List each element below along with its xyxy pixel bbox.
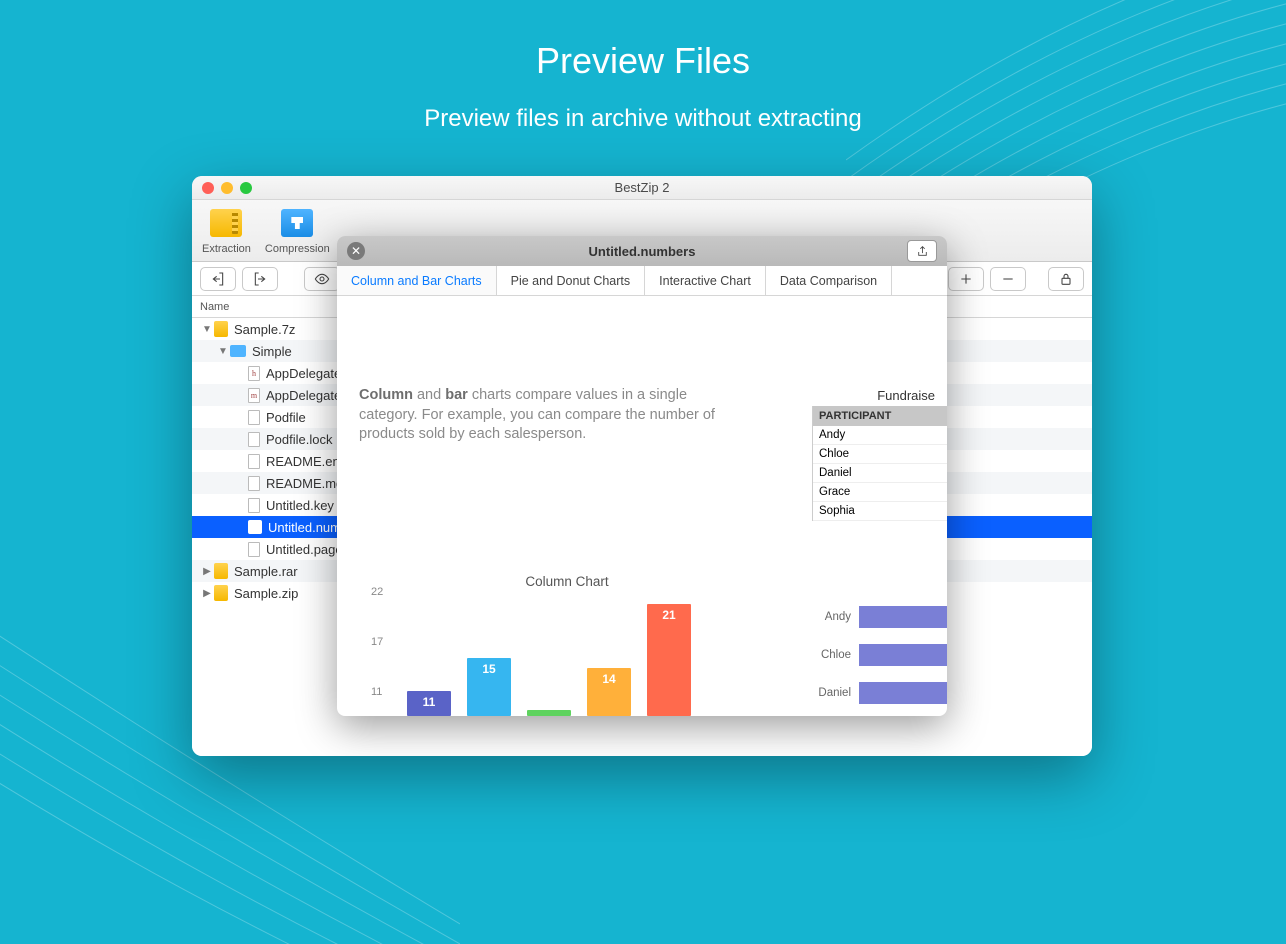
chart-description: Column and bar charts compare values in … — [359, 386, 729, 445]
hbar-bar — [859, 682, 947, 704]
sheet-tabs: Column and Bar Charts Pie and Donut Char… — [337, 266, 947, 296]
chart-bar: 14 — [587, 668, 631, 716]
tab-data-comparison[interactable]: Data Comparison — [766, 266, 892, 295]
table-row: Grace — [813, 483, 947, 502]
share-button[interactable] — [907, 240, 937, 262]
disclosure-triangle-icon[interactable]: ▶ — [200, 588, 214, 599]
disclosure-triangle-icon[interactable]: ▼ — [216, 346, 230, 357]
archive-icon — [214, 563, 228, 579]
table-row: Sophia — [813, 502, 947, 521]
file-name: Simple — [252, 344, 292, 359]
column-chart: 11 15 14 21 — [397, 586, 727, 716]
file-name: AppDelegate — [266, 388, 341, 403]
chart-bar: 15 — [467, 658, 511, 716]
file-name: Sample.rar — [234, 564, 298, 579]
hero-subtitle: Preview files in archive without extract… — [0, 105, 1286, 133]
file-name: README.en — [266, 454, 340, 469]
disclosure-triangle-icon[interactable]: ▼ — [200, 324, 214, 335]
import-button[interactable] — [200, 267, 236, 291]
file-icon: m — [248, 388, 260, 403]
window-title: BestZip 2 — [192, 180, 1092, 195]
compression-button[interactable]: Compression — [265, 206, 330, 255]
add-button[interactable] — [948, 267, 984, 291]
file-icon: h — [248, 366, 260, 381]
file-name: Podfile — [266, 410, 306, 425]
archive-icon — [210, 209, 242, 237]
archive-icon — [214, 321, 228, 337]
participant-table: PARTICIPANT Andy Chloe Daniel Grace Soph… — [812, 406, 947, 521]
file-name: README.md — [266, 476, 343, 491]
quicklook-titlebar: ✕ Untitled.numbers — [337, 236, 947, 266]
file-name: AppDelegate — [266, 366, 341, 381]
compression-label: Compression — [265, 243, 330, 255]
export-button[interactable] — [242, 267, 278, 291]
hero-title: Preview Files — [0, 40, 1286, 82]
lock-button[interactable] — [1048, 267, 1084, 291]
hbar-row: Chloe — [807, 640, 947, 670]
file-icon — [248, 410, 260, 425]
tab-column-bar[interactable]: Column and Bar Charts — [337, 266, 497, 295]
table-row: Andy — [813, 426, 947, 445]
extraction-label: Extraction — [202, 243, 251, 255]
remove-button[interactable] — [990, 267, 1026, 291]
folder-icon — [230, 345, 246, 357]
table-row: Daniel — [813, 464, 947, 483]
hbar-label: Chloe — [807, 649, 851, 661]
hbar-row: Andy — [807, 602, 947, 632]
tab-interactive[interactable]: Interactive Chart — [645, 266, 766, 295]
table-header: PARTICIPANT — [813, 406, 947, 426]
quicklook-button[interactable] — [304, 267, 340, 291]
pages-icon — [248, 542, 260, 557]
file-name: Sample.zip — [234, 586, 298, 601]
folder-compress-icon — [281, 209, 313, 237]
quicklook-body: Column and bar charts compare values in … — [337, 296, 947, 716]
app-window: BestZip 2 Extraction Compression Name ▼S… — [192, 176, 1092, 756]
quicklook-title: Untitled.numbers — [337, 244, 947, 259]
y-tick: 11 — [371, 686, 382, 698]
chart-bar: 21 — [647, 604, 691, 716]
horizontal-bar-chart: Andy Chloe Daniel — [807, 602, 947, 716]
table-row: Chloe — [813, 445, 947, 464]
hbar-label: Andy — [807, 611, 851, 623]
y-tick: 22 — [371, 586, 383, 598]
extraction-button[interactable]: Extraction — [202, 206, 251, 255]
hbar-bar — [859, 606, 947, 628]
file-icon — [248, 432, 260, 447]
quicklook-window: ✕ Untitled.numbers Column and Bar Charts… — [337, 236, 947, 716]
disclosure-triangle-icon[interactable]: ▶ — [200, 566, 214, 577]
file-name: Podfile.lock — [266, 432, 332, 447]
numbers-icon — [248, 520, 262, 534]
file-icon — [248, 476, 260, 491]
file-name: Untitled.key — [266, 498, 334, 513]
hbar-label: Daniel — [807, 687, 851, 699]
hbar-row: Daniel — [807, 678, 947, 708]
file-icon — [248, 454, 260, 469]
keynote-icon — [248, 498, 260, 513]
hbar-bar — [859, 644, 947, 666]
archive-icon — [214, 585, 228, 601]
chart-bar: 11 — [407, 691, 451, 716]
window-titlebar: BestZip 2 — [192, 176, 1092, 200]
tab-pie-donut[interactable]: Pie and Donut Charts — [497, 266, 646, 295]
fundraiser-label: Fundraise — [877, 388, 935, 403]
y-tick: 17 — [371, 636, 383, 648]
chart-bar — [527, 710, 571, 716]
file-name: Sample.7z — [234, 322, 295, 337]
